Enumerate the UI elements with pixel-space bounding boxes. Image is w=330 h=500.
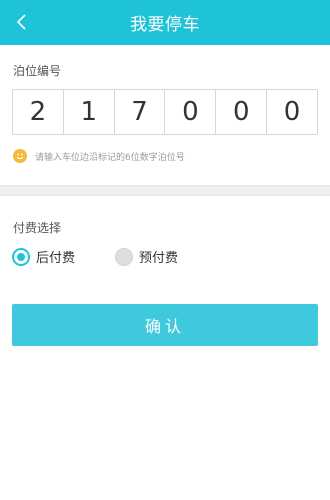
- berth-hint: 请输入车位边沿标记的6位数字泊位号: [13, 148, 185, 164]
- hint-text: 请输入车位边沿标记的6位数字泊位号: [35, 152, 185, 163]
- payment-radio-group: 后付费 预付费: [12, 247, 178, 266]
- berth-digit-6[interactable]: 0: [267, 90, 317, 134]
- radio-option-prepaid[interactable]: 预付费: [115, 247, 178, 266]
- confirm-button[interactable]: 确认: [12, 304, 318, 346]
- berth-number-input[interactable]: 2 1 7 0 0 0: [12, 89, 318, 135]
- section-divider: [0, 185, 330, 196]
- berth-digit-4[interactable]: 0: [165, 90, 217, 134]
- berth-number-label: 泊位编号: [13, 64, 62, 78]
- page-title: 我要停车: [130, 15, 200, 35]
- radio-label-prepaid: 预付费: [139, 251, 179, 266]
- back-button[interactable]: [6, 6, 38, 38]
- radio-unchecked-icon[interactable]: [115, 247, 134, 266]
- payment-choice-label: 付费选择: [13, 221, 62, 235]
- berth-digit-2[interactable]: 1: [64, 90, 115, 134]
- radio-option-postpaid[interactable]: 后付费: [12, 247, 75, 266]
- header-bar: 我要停车: [0, 0, 330, 45]
- radio-label-postpaid: 后付费: [36, 251, 76, 266]
- berth-digit-5[interactable]: 0: [216, 90, 268, 134]
- page: 我要停车 泊位编号 2 1 7 0 0 0 请输入车位边沿标记的6位数字泊位号 …: [0, 0, 330, 500]
- berth-digit-1[interactable]: 2: [13, 90, 64, 134]
- chevron-left-icon: [16, 14, 26, 30]
- radio-checked-icon[interactable]: [12, 247, 30, 266]
- smiley-icon: [13, 149, 27, 163]
- berth-digit-3[interactable]: 7: [115, 90, 166, 134]
